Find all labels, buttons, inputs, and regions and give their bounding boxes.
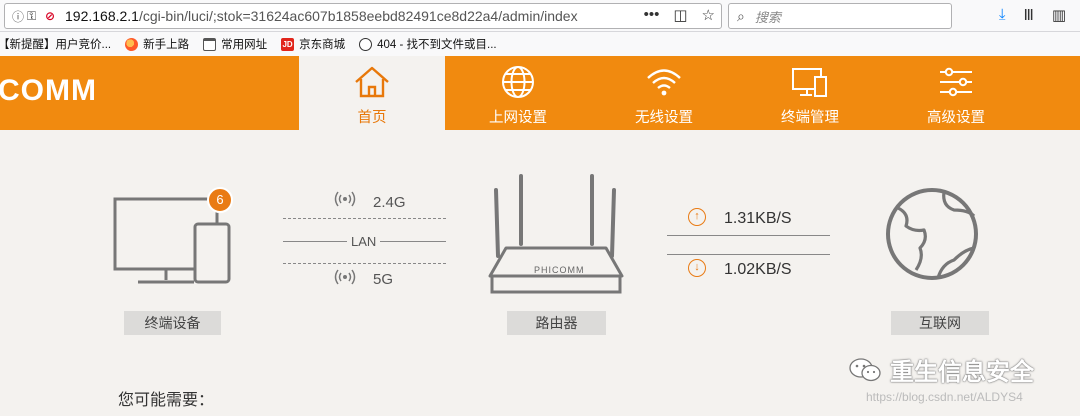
bookmarks-toolbar: 【新提醒】用户竞价... 新手上路 常用网址 JD 京东商城 404 - 找不到… — [0, 32, 1080, 56]
insecure-icon[interactable]: ⊘ — [45, 9, 63, 23]
lan-label: LAN — [347, 234, 381, 249]
globe-icon — [359, 37, 373, 51]
bookmark-label: 新手上路 — [143, 39, 190, 51]
search-input[interactable]: ⌕ 搜索 — [728, 3, 952, 29]
internet-globe-icon — [886, 188, 978, 280]
url-actions: ••• ◫ ☆ — [644, 6, 715, 24]
nav-label: 终端管理 — [781, 110, 839, 126]
download-speed: 1.02KB/S — [724, 261, 792, 278]
blog-watermark: https://blog.csdn.net/ALDYS4 — [866, 390, 1023, 404]
nav-label: 首页 — [357, 110, 387, 126]
firefox-icon — [125, 37, 139, 51]
wechat-icon — [849, 357, 881, 381]
sidebar-icon[interactable]: ▥ — [1052, 6, 1066, 24]
toolbar-icons: ⤓ Ⅲ ▥ — [999, 6, 1066, 24]
pocket-icon[interactable]: ◫ — [673, 6, 687, 24]
bookmark-label: 京东商城 — [299, 39, 346, 51]
sliders-icon — [940, 67, 972, 97]
bookmark-label: 404 - 找不到文件或目... — [377, 39, 497, 51]
upload-speed: 1.31KB/S — [724, 210, 792, 227]
wifi-icon — [647, 69, 681, 96]
nav-tab-devices[interactable]: 终端管理 — [737, 56, 883, 130]
nav-tab-advanced[interactable]: 高级设置 — [883, 56, 1029, 130]
router-header: COMM 首页 上网设置 无线设置 终端管理 高级设置 — [0, 56, 1080, 130]
header-edge — [1076, 56, 1080, 130]
bookmark-item[interactable]: 404 - 找不到文件或目... — [359, 36, 497, 52]
nav-tab-home[interactable]: 首页 — [299, 56, 445, 130]
wechat-watermark: 重生信息安全 — [848, 352, 1034, 387]
globe-icon — [502, 66, 534, 98]
upload-icon: ↑ — [688, 208, 706, 226]
download-icon: ↓ — [688, 259, 706, 277]
nav-tab-internet[interactable]: 上网设置 — [445, 56, 591, 130]
bookmark-item[interactable]: JD 京东商城 — [281, 36, 345, 52]
key-icon[interactable]: ⚿ — [27, 9, 45, 24]
band-2g-label: 2.4G — [373, 194, 406, 211]
jd-icon: JD — [281, 37, 295, 51]
band-2g-line — [283, 218, 446, 219]
bookmark-label: 【新提醒】用户竞价... — [0, 39, 112, 51]
band-5g-line — [283, 263, 446, 264]
site-info-icon[interactable]: ⓘ — [9, 8, 27, 25]
nav-label: 高级设置 — [927, 110, 985, 126]
devices-icon — [792, 68, 827, 97]
nav-label: 上网设置 — [489, 110, 547, 126]
signal-icon — [334, 191, 356, 207]
signal-icon — [334, 269, 356, 285]
search-placeholder: 搜索 — [754, 9, 781, 25]
address-bar[interactable]: ⓘ ⚿ ⊘ 192.168.2.1/cgi-bin/luci/;stok=316… — [4, 3, 722, 29]
folder-icon — [203, 37, 217, 51]
home-icon — [355, 66, 389, 98]
devices-button[interactable]: 终端设备 — [124, 311, 221, 335]
bookmark-star-icon[interactable]: ☆ — [702, 6, 715, 24]
internet-button[interactable]: 互联网 — [891, 311, 989, 335]
download-icon[interactable]: ⤓ — [999, 6, 1006, 24]
band-5g-label: 5G — [373, 271, 394, 288]
url-text[interactable]: 192.168.2.1/cgi-bin/luci/;stok=31624ac60… — [65, 8, 578, 24]
speed-line-top — [667, 235, 830, 236]
browser-toolbar: ⓘ ⚿ ⊘ 192.168.2.1/cgi-bin/luci/;stok=316… — [0, 0, 1080, 32]
bookmark-item[interactable]: 【新提醒】用户竞价... — [0, 36, 111, 52]
router-button[interactable]: 路由器 — [507, 311, 606, 335]
watermark-text: 重生信息安全 — [890, 359, 1034, 386]
device-count-badge[interactable]: 6 — [207, 187, 233, 213]
page-actions-icon[interactable]: ••• — [644, 6, 660, 24]
brand-logo: COMM — [0, 74, 97, 107]
bookmark-item[interactable]: 新手上路 — [125, 36, 189, 52]
nav-label: 无线设置 — [635, 110, 693, 126]
url-host: 192.168.2.1 — [65, 8, 139, 24]
nav-tab-wireless[interactable]: 无线设置 — [591, 56, 737, 130]
you-may-need-heading: 您可能需要： — [118, 392, 215, 409]
library-icon[interactable]: Ⅲ — [1023, 6, 1033, 24]
bookmark-item[interactable]: 常用网址 — [203, 36, 267, 52]
bookmark-label: 常用网址 — [221, 39, 268, 51]
url-path: /cgi-bin/luci/;stok=31624ac607b1858eebd8… — [138, 8, 578, 24]
search-icon: ⌕ — [737, 7, 745, 24]
router-brand-text: PHICOMM — [534, 265, 585, 275]
speed-line-bottom — [667, 254, 830, 255]
router-illustration — [488, 174, 624, 294]
